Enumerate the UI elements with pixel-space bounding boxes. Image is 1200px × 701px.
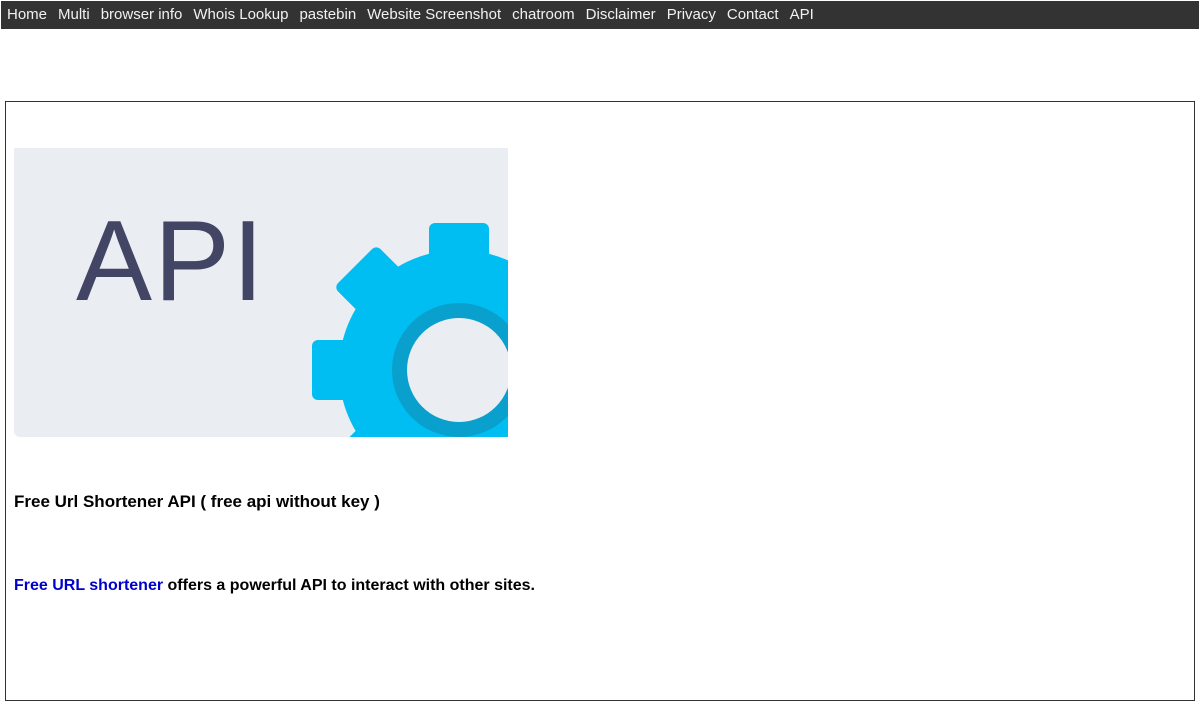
nav-disclaimer-link[interactable]: Disclaimer [586,1,656,29]
content-box: API Free Url Shortener API ( free api wi [5,101,1195,701]
nav-home-link[interactable]: Home [7,1,47,29]
nav-pastebin-link[interactable]: pastebin [299,1,356,29]
nav-privacy-link[interactable]: Privacy [667,1,716,29]
intro-text: offers a powerful API to interact with o… [163,577,535,594]
nav-chatroom-link[interactable]: chatroom [512,1,575,29]
nav-api-link[interactable]: API [790,1,814,29]
nav-multi-link[interactable]: Multi [58,1,90,29]
banner-api-text: API [76,198,266,325]
nav-whois-lookup-link[interactable]: Whois Lookup [193,1,288,29]
nav-website-screenshot-link[interactable]: Website Screenshot [367,1,501,29]
api-banner-image: API [14,148,508,437]
api-banner-graphic: API [14,148,508,437]
url-shortener-link[interactable]: Free URL shortener [14,577,163,594]
nav-browser-info-link[interactable]: browser info [101,1,183,29]
top-navigation: Home Multi browser info Whois Lookup pas… [1,1,1199,29]
nav-contact-link[interactable]: Contact [727,1,779,29]
intro-paragraph: Free URL shortener offers a powerful API… [14,577,535,595]
page-title: Free Url Shortener API ( free api withou… [14,492,380,511]
